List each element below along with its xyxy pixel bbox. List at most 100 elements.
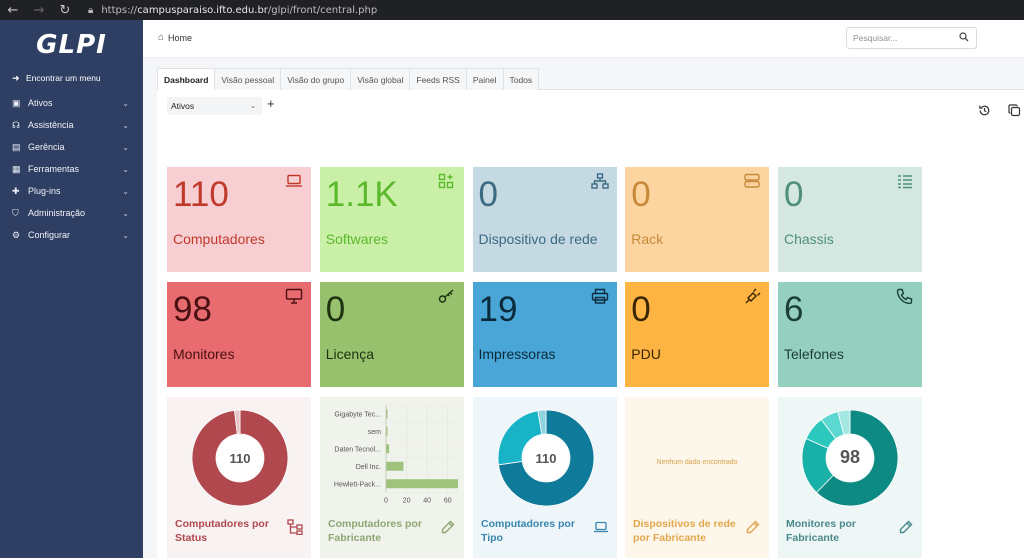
dashboard-select-value: Ativos [171,101,195,111]
x-tick-label: 40 [423,498,431,505]
stat-card-pdu[interactable]: 0 PDU [625,282,770,387]
stat-card-monitores[interactable]: 98 Monitores [167,282,311,387]
widget-title: Monitores por Fabricante [786,518,856,544]
tab-todos[interactable]: Todos [502,68,540,90]
tab-vis-o-global[interactable]: Visão global [350,68,411,90]
donut-center-value: 110 [230,451,251,466]
category-label: Hewlett-Pack... [334,481,381,488]
stat-card-label: Licença [325,346,375,362]
glpi-logo[interactable]: GLPI [0,20,143,70]
reload-icon[interactable]: ↻ [52,0,78,20]
page-header: ⌂ Home [143,20,1024,58]
sidebar-item-configurar[interactable]: ⚙ Configurar ⌄ [0,224,143,246]
forward-arrow-icon[interactable]: → [26,0,52,20]
bar-chart-computers-manufacturer: 0 20 40 60 Gigabyte Tec... sem Daten Tecnol...… [334,404,458,505]
bar[interactable] [386,479,458,489]
box-icon: ▣ [12,97,21,108]
stat-card-rack[interactable]: 0 Rack [625,167,770,272]
browser-toolbar: ← → ↻ 🔒︎ https:// campusparaiso.ifto.edu… [0,0,1024,20]
address-bar[interactable]: 🔒︎ https:// campusparaiso.ifto.edu.br /g… [88,0,377,20]
edit-icon[interactable] [898,519,914,535]
sidebar-item-ferramentas[interactable]: ▦ Ferramentas ⌄ [0,158,143,180]
stat-card-computadores[interactable]: 110 Computadores [167,167,311,272]
apps-add-icon [438,173,453,189]
bar[interactable] [386,461,404,471]
widget-title: Computadores por Status [175,518,269,544]
search-icon[interactable] [959,31,969,45]
tab-vis-o-do-grupo[interactable]: Visão do grupo [280,68,352,90]
dashboard-select[interactable]: Ativos ⌄ [167,97,262,115]
add-dashboard-button[interactable]: + [267,96,275,111]
stat-card-label: PDU [631,346,661,362]
chevron-down-icon: ⌄ [122,98,129,108]
sidebar-item-label: Ferramentas [28,164,80,174]
edit-icon[interactable] [745,519,761,535]
donut-center-value: 110 [536,451,557,466]
wallet-icon: ▤ [12,141,21,152]
tab-dashboard[interactable]: Dashboard [157,68,216,91]
widget-network-by-manufacturer[interactable]: Nenhum dado encontrado Dispositivos de r… [625,397,769,558]
stat-card-impressoras[interactable]: 19 Impressoras [472,282,617,387]
breadcrumb[interactable]: ⌂ Home [158,32,192,43]
arrow-right-icon: ➜ [12,72,20,83]
widget-monitors-by-manufacturer[interactable]: 98 Monitores por Fabricante [778,397,922,558]
stat-card-chassis[interactable]: 0 Chassis [778,167,922,272]
sidebar-item-ativos[interactable]: ▣ Ativos ⌄ [0,92,143,114]
donut-chart-computers-status: 110 [191,409,289,507]
global-search [846,27,977,49]
plug-icon [745,288,761,304]
stat-card-softwares[interactable]: 1.1K Softwares [319,167,464,272]
chevron-down-icon: ⌄ [122,120,129,130]
chevron-down-icon: ⌄ [250,103,256,110]
donut-chart-computers-type: 110 [497,409,595,507]
sidebar-item-label: Plug-ins [28,186,61,196]
list-icon [898,175,912,189]
category-label: sem [368,429,381,436]
url-prefix: https:// [101,4,138,16]
puzzle-icon: ✚ [12,185,20,196]
widget-computers-by-status[interactable]: 110 Computadores por Status [167,397,311,558]
widget-computers-by-type[interactable]: 110 Computadores por Tipo [473,397,617,558]
tab-feeds-rss[interactable]: Feeds RSS [409,68,467,90]
no-data-message: Nenhum dado encontrado [656,459,738,466]
chevron-down-icon: ⌄ [122,208,129,218]
sidebar-item-plugins[interactable]: ✚ Plug-ins ⌄ [0,180,143,202]
bar[interactable] [386,444,390,454]
sidebar-item-label: Ativos [28,98,53,108]
category-label: Daten Tecnol... [334,446,381,453]
edit-icon[interactable] [440,519,456,535]
find-menu-link[interactable]: ➜ Encontrar um menu [0,70,143,86]
widget-title: Computadores por Fabricante [328,518,422,544]
sidebar-item-assistncia[interactable]: ☊ Assistência ⌄ [0,114,143,136]
sidebar-item-administrao[interactable]: ⛉ Administração ⌄ [0,202,143,224]
shield-icon: ⛉ [12,207,19,218]
laptop-icon[interactable] [593,519,609,535]
find-menu-label: Encontrar um menu [26,73,101,83]
category-label: Dell Inc. [356,464,381,471]
search-input[interactable] [853,33,959,43]
stat-card-label: Chassis [784,231,834,247]
sidebar-item-gerncia[interactable]: ▤ Gerência ⌄ [0,136,143,158]
sidebar: GLPI ➜ Encontrar um menu ▣ Ativos ⌄ ☊ Assist… [0,20,143,558]
server-icon [744,173,760,188]
back-arrow-icon[interactable]: ← [0,0,26,20]
sidebar-item-label: Gerência [28,142,65,152]
widget-computers-by-manufacturer[interactable]: 0 20 40 60 Gigabyte Tec... sem Daten Tecnol...… [320,397,464,558]
key-icon [438,289,454,303]
history-icon[interactable] [978,104,991,120]
phone-icon [896,288,913,304]
network-icon [590,173,609,189]
donut-center-value: 98 [840,447,860,467]
stat-card-label: Rack [631,231,664,247]
tab-vis-o-pessoal[interactable]: Visão pessoal [214,68,282,90]
stat-card-label: Dispositivo de rede [478,231,598,247]
widget-title: Dispositivos de rede por Fabricante [633,518,736,544]
hierarchy-icon[interactable] [287,519,303,536]
stat-card-licen-a[interactable]: 0 Licença [319,282,464,387]
stat-card-telefones[interactable]: 6 Telefones [778,282,922,387]
url-path: /glpi/front/central.php [267,4,378,16]
tab-painel[interactable]: Painel [465,68,504,90]
clone-icon[interactable] [1008,104,1021,120]
chevron-down-icon: ⌄ [122,164,129,174]
stat-card-dispositivo-de-rede[interactable]: 0 Dispositivo de rede [472,167,617,272]
